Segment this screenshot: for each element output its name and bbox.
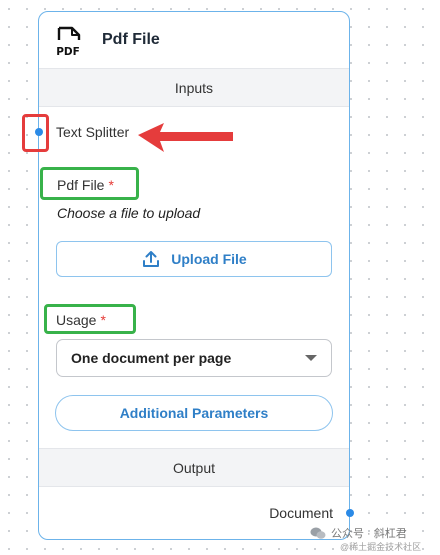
usage-highlight-box: [44, 304, 136, 334]
text-splitter-label: Text Splitter: [56, 124, 130, 140]
inputs-section-label: Inputs: [174, 79, 214, 96]
annotation-arrow-icon: [138, 123, 233, 152]
document-output-label: Document: [269, 505, 333, 521]
pdf-file-node[interactable]: PDF Pdf File Inputs Text Splitter Pdf Fi…: [38, 11, 350, 540]
watermark: 公众号 · 斜杠君: [310, 525, 407, 541]
output-section-header: Output: [39, 448, 349, 487]
additional-parameters-label: Additional Parameters: [119, 405, 269, 421]
usage-select[interactable]: One document per page: [56, 339, 332, 377]
output-section-label: Output: [172, 459, 216, 476]
pdf-file-hint: Choose a file to upload: [57, 205, 201, 221]
svg-text:PDF: PDF: [56, 46, 80, 58]
document-output-handle[interactable]: [346, 509, 354, 517]
inputs-section-header: Inputs: [39, 68, 349, 107]
wechat-logo-icon: [310, 527, 326, 539]
upload-icon: [143, 251, 160, 267]
chevron-down-icon: [305, 355, 317, 361]
upload-file-label: Upload File: [171, 251, 247, 267]
additional-parameters-button[interactable]: Additional Parameters: [55, 395, 333, 431]
watermark-subtext: @稀土掘金技术社区: [340, 542, 422, 552]
watermark-text: 公众号 · 斜杠君: [331, 528, 407, 540]
pdf-file-icon: PDF: [56, 26, 81, 58]
handle-highlight-box: [22, 114, 49, 152]
usage-select-value: One document per page: [71, 350, 232, 366]
node-header: PDF Pdf File: [39, 12, 349, 68]
node-title: Pdf File: [102, 31, 160, 48]
pdf-file-highlight-box: [40, 167, 139, 200]
upload-file-button[interactable]: Upload File: [56, 241, 332, 277]
